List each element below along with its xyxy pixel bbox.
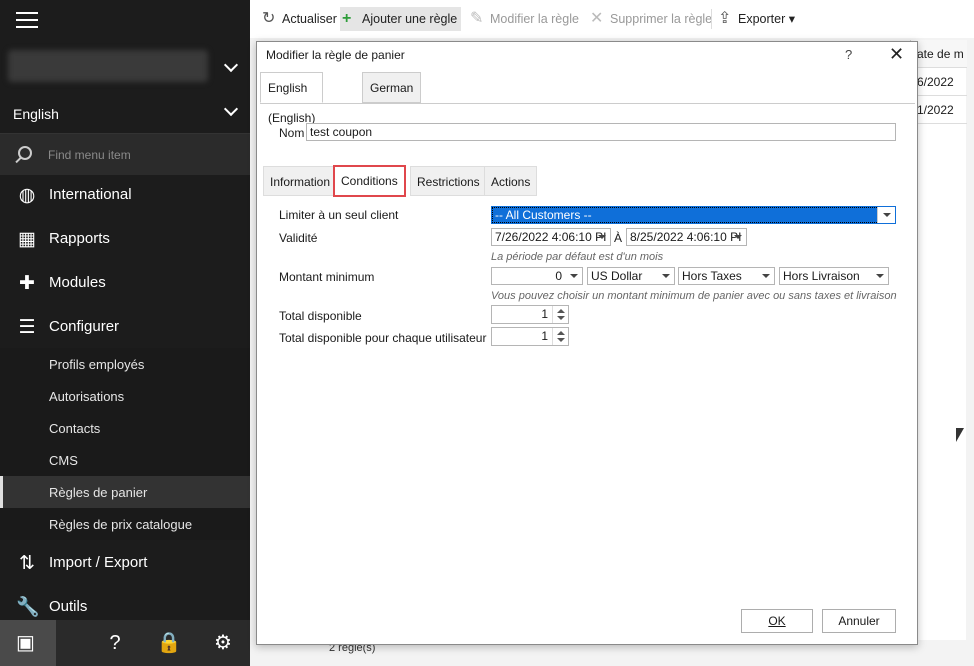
total-available-stepper[interactable]: 1 — [491, 305, 569, 324]
delete-rule-button[interactable]: ✕ Supprimer la règle — [588, 7, 712, 31]
chart-icon: ▦ — [18, 229, 36, 250]
tab-divider — [260, 103, 915, 104]
currency-select[interactable]: US Dollar — [587, 267, 675, 285]
tab-english[interactable]: English (English) — [260, 72, 324, 125]
mouse-cursor-icon — [956, 428, 964, 442]
tab-restrictions[interactable]: Restrictions — [410, 166, 487, 196]
sidebar: English Find menu item ◍ International ▦… — [0, 0, 250, 666]
stepper-arrows-icon[interactable] — [552, 328, 568, 345]
name-input[interactable]: test coupon — [306, 123, 896, 141]
tax-select[interactable]: Hors Taxes — [678, 267, 775, 285]
submenu-item-profils[interactable]: Profils employés — [0, 348, 250, 380]
cancel-button[interactable]: Annuler — [822, 609, 896, 633]
tab-german[interactable]: German — [362, 72, 422, 103]
min-amount-input[interactable]: 0 — [491, 267, 583, 285]
dialog-title: Modifier la règle de panier — [266, 48, 405, 62]
sidebar-item-rapports[interactable]: ▦ Rapports — [0, 217, 250, 261]
refresh-icon: ↻ — [262, 10, 276, 27]
grid-header-date[interactable]: ate de m — [911, 40, 967, 68]
pencil-icon: ✎ — [470, 10, 484, 27]
sidebar-item-configurer[interactable]: ☰ Configurer — [0, 305, 250, 349]
search-icon — [18, 146, 32, 160]
submenu-item-regles-panier[interactable]: Règles de panier — [0, 476, 250, 508]
x-icon: ✕ — [590, 10, 604, 27]
tab-information[interactable]: Information — [263, 166, 338, 196]
submenu-item-contacts[interactable]: Contacts — [0, 412, 250, 444]
plus-icon: + — [342, 10, 352, 27]
language-chevron-down-icon[interactable] — [223, 101, 239, 117]
date-to-picker[interactable]: 8/25/2022 4:06:10 PI — [626, 228, 747, 246]
rules-grid: ate de m 6/2022 1/2022 — [910, 40, 967, 640]
lock-icon[interactable]: 🔒 — [156, 630, 182, 656]
export-button[interactable]: ⇪ Exporter ▾ — [716, 7, 795, 31]
min-amount-label: Montant minimum — [279, 270, 375, 284]
chevron-down-icon — [762, 274, 770, 278]
stepper-arrows-icon[interactable] — [552, 306, 568, 323]
total-available-label: Total disponible — [279, 309, 362, 323]
total-per-user-label: Total disponible pour chaque utilisateur — [279, 331, 487, 345]
store-icon[interactable]: ▣ — [0, 620, 56, 666]
search-input[interactable]: Find menu item — [48, 148, 131, 162]
import-export-icon: ⇅ — [19, 553, 35, 574]
shop-selector-blurred[interactable] — [8, 50, 208, 82]
validity-hint: La période par défaut est d'un mois — [491, 251, 664, 263]
sliders-icon: ☰ — [18, 317, 36, 338]
tab-actions[interactable]: Actions — [484, 166, 538, 196]
customer-label: Limiter à un seul client — [279, 208, 399, 222]
chevron-down-icon — [662, 274, 670, 278]
sidebar-bottom-bar: ▣ ? 🔒 ⚙ — [0, 620, 250, 666]
language-selector[interactable]: English — [13, 106, 59, 122]
customer-select[interactable]: -- All Customers -- — [491, 206, 896, 224]
chevron-down-icon — [883, 213, 891, 217]
chevron-down-icon — [598, 235, 606, 239]
help-icon[interactable]: ? — [102, 630, 128, 656]
toolbar: ↻ Actualiser + Ajouter une règle ✎ Modifier… — [250, 0, 974, 38]
submenu-item-cms[interactable]: CMS — [0, 444, 250, 476]
wrench-icon: 🔧 — [16, 597, 40, 618]
refresh-button[interactable]: ↻ Actualiser — [260, 7, 337, 31]
dialog-close-button[interactable]: ✕ — [889, 44, 904, 65]
tab-conditions[interactable]: Conditions — [333, 165, 406, 197]
toolbar-separator — [711, 9, 712, 29]
chevron-down-icon — [876, 274, 884, 278]
validity-label: Validité — [279, 231, 318, 245]
sidebar-item-modules[interactable]: ✚ Modules — [0, 261, 250, 305]
edit-cart-rule-dialog: Modifier la règle de panier ? ✕ English … — [256, 41, 918, 645]
puzzle-icon: ✚ — [19, 273, 35, 294]
gear-icon[interactable]: ⚙ — [210, 630, 236, 656]
min-amount-hint: Vous pouvez choisir un montant minimum d… — [491, 290, 897, 302]
table-row[interactable]: 6/2022 — [911, 68, 967, 96]
configurer-submenu: Profils employés Autorisations Contacts … — [0, 348, 250, 540]
name-label: Nom — [279, 126, 305, 140]
menu-search[interactable]: Find menu item — [0, 133, 250, 175]
table-row[interactable]: 1/2022 — [911, 96, 967, 124]
submenu-item-regles-prix[interactable]: Règles de prix catalogue — [0, 508, 250, 540]
edit-rule-button[interactable]: ✎ Modifier la règle — [468, 7, 579, 31]
dialog-help-button[interactable]: ? — [845, 47, 852, 62]
upload-icon: ⇪ — [718, 10, 732, 27]
sidebar-item-import-export[interactable]: ⇅ Import / Export — [0, 541, 250, 585]
hamburger-menu-icon[interactable] — [16, 12, 38, 30]
add-rule-button[interactable]: + Ajouter une règle — [340, 7, 462, 31]
shop-chevron-down-icon[interactable] — [223, 57, 239, 73]
chevron-down-icon — [734, 235, 742, 239]
globe-icon: ◍ — [18, 185, 36, 206]
total-per-user-stepper[interactable]: 1 — [491, 327, 569, 346]
sidebar-item-international[interactable]: ◍ International — [0, 173, 250, 217]
shipping-select[interactable]: Hors Livraison — [779, 267, 889, 285]
chevron-down-icon — [570, 274, 578, 278]
date-separator: À — [614, 231, 623, 245]
date-from-picker[interactable]: 7/26/2022 4:06:10 PI — [491, 228, 611, 246]
submenu-item-autorisations[interactable]: Autorisations — [0, 380, 250, 412]
ok-button[interactable]: OK — [741, 609, 813, 633]
